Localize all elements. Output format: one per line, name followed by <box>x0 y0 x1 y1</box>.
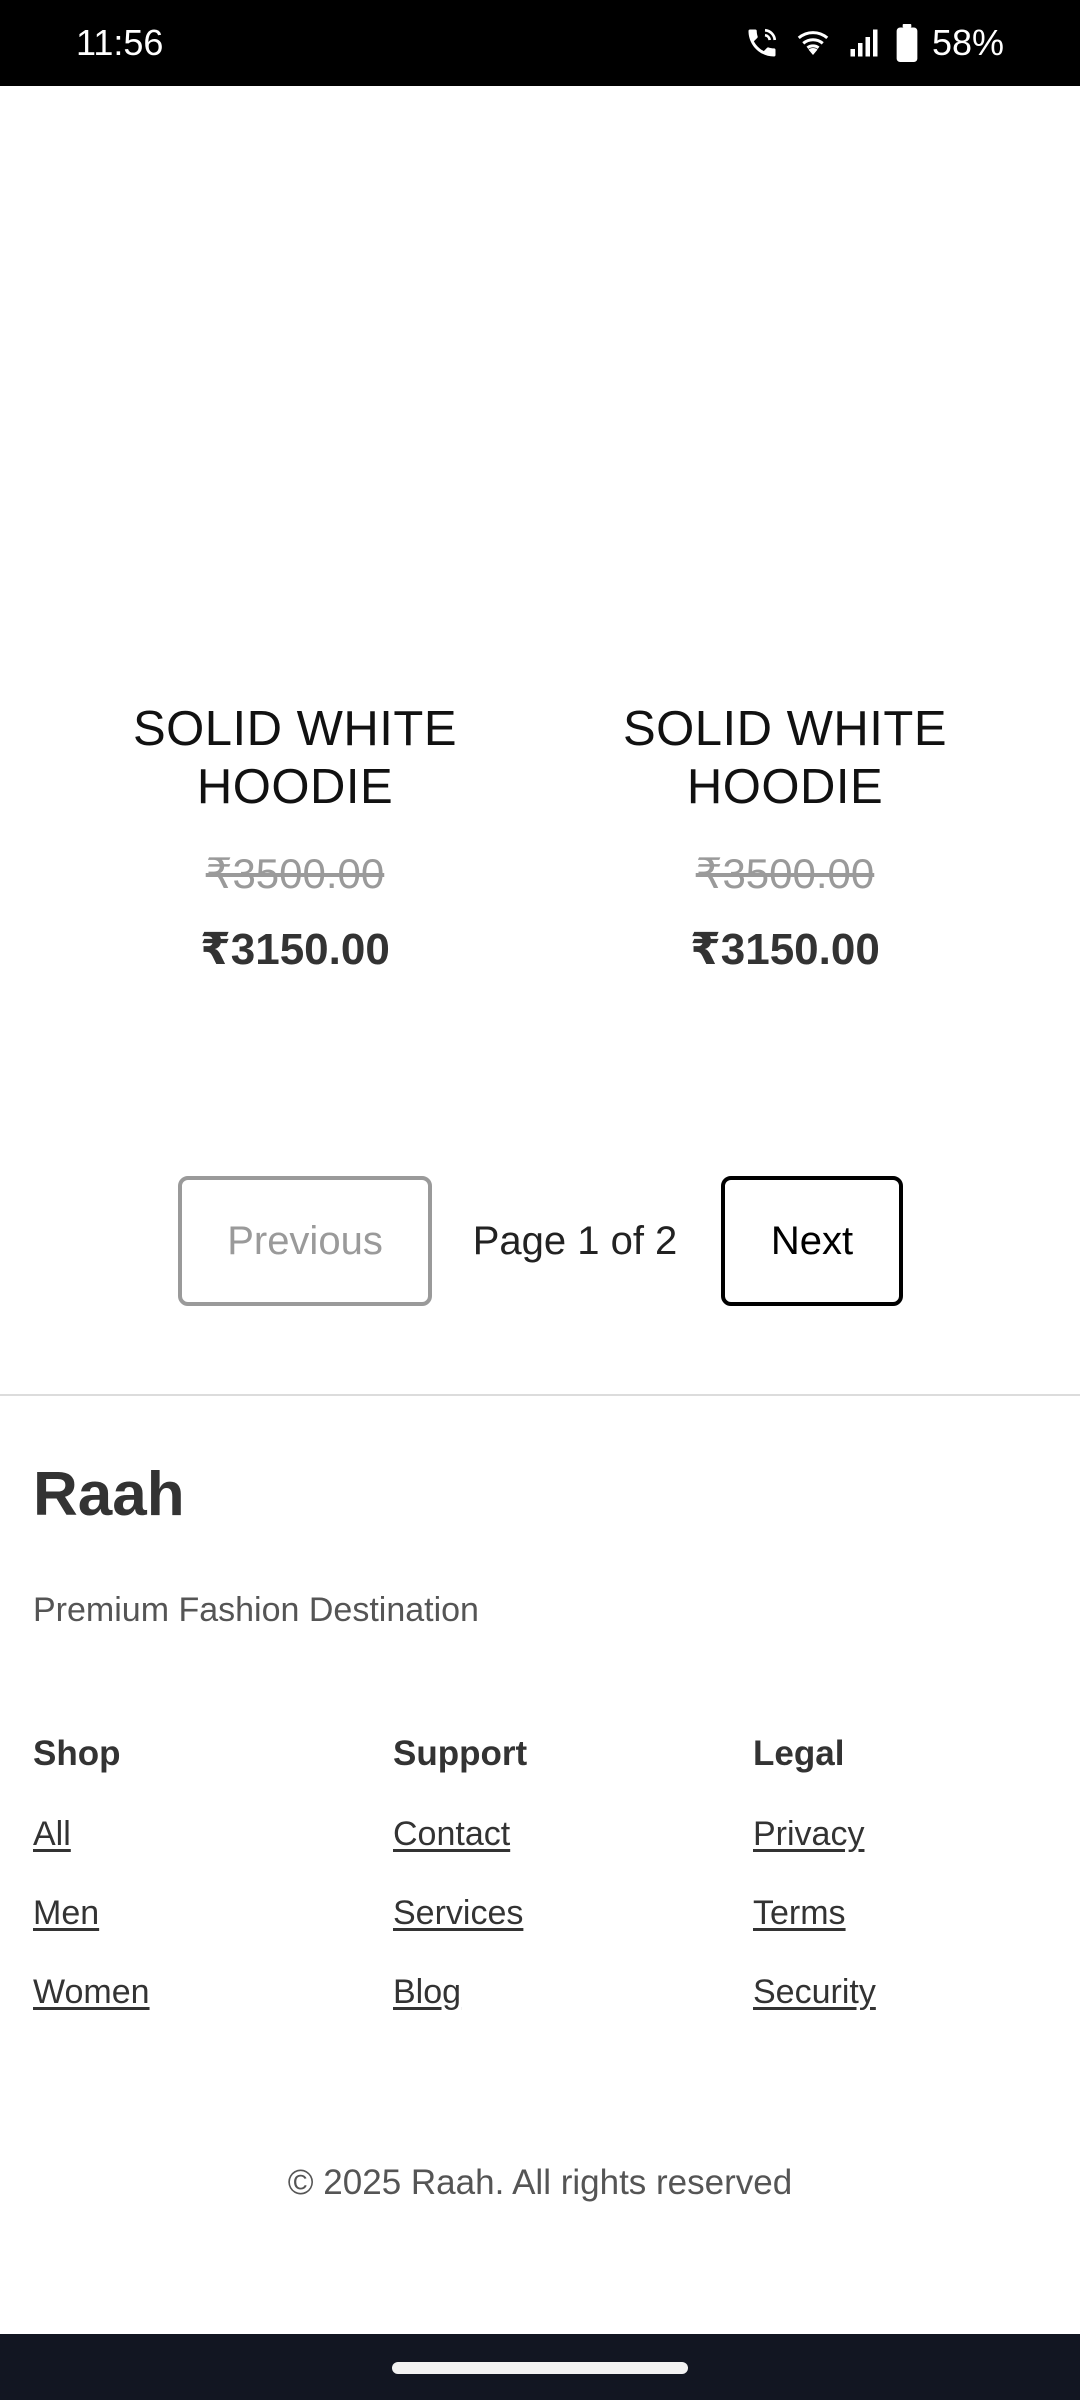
copyright-text: © 2025 Raah. All rights reserved <box>287 2163 793 2202</box>
wifi-icon <box>794 25 832 61</box>
product-name: SOLID WHITE HOODIE <box>622 702 948 814</box>
original-price: ₹3500.00 <box>205 850 385 897</box>
sale-price: ₹3150.00 <box>690 925 880 974</box>
status-time: 11:56 <box>76 22 164 63</box>
system-navigation-bar <box>0 2334 1080 2400</box>
product-card[interactable]: SOLID WHITE HOODIE ₹3500.00 ₹3150.00 <box>540 700 1030 978</box>
footer-column-legal: Legal Privacy Terms Security <box>753 1732 1080 2049</box>
original-price: ₹3500.00 <box>695 850 875 897</box>
footer-link-privacy[interactable]: Privacy <box>753 1812 1080 1856</box>
wifi-call-icon <box>744 25 780 61</box>
page-indicator: Page 1 of 2 <box>472 1218 678 1263</box>
footer-column-title: Shop <box>33 1734 121 1773</box>
footer-column-title: Legal <box>753 1734 845 1773</box>
status-bar: 11:56 58% <box>0 0 1080 86</box>
footer-column-support: Support Contact Services Blog <box>393 1732 723 2049</box>
page: 11:56 58% SOLID WHITE HOODIE ₹3500.00 ₹3… <box>0 0 1080 2400</box>
footer-link-contact[interactable]: Contact <box>393 1812 723 1856</box>
footer-link-services[interactable]: Services <box>393 1891 723 1935</box>
footer-link-men[interactable]: Men <box>33 1891 363 1935</box>
footer-link-blog[interactable]: Blog <box>393 1970 723 2014</box>
footer-column-shop: Shop All Men Women <box>33 1732 363 2049</box>
pagination: Previous Page 1 of 2 Next <box>0 1176 1080 1306</box>
footer-divider <box>0 1394 1080 1396</box>
next-page-button[interactable]: Next <box>721 1176 903 1306</box>
footer-link-security[interactable]: Security <box>753 1970 1080 2014</box>
product-name: SOLID WHITE HOODIE <box>132 702 458 814</box>
footer-brand: Raah <box>33 1460 185 1529</box>
battery-percentage: 58% <box>931 22 1004 63</box>
status-icons: 58% <box>744 18 1004 68</box>
home-gesture-handle[interactable] <box>392 2362 688 2374</box>
footer-tagline: Premium Fashion Destination <box>33 1591 479 1629</box>
battery-icon <box>896 24 918 62</box>
footer-column-title: Support <box>393 1734 528 1773</box>
footer-link-all[interactable]: All <box>33 1812 363 1856</box>
sale-price: ₹3150.00 <box>200 925 390 974</box>
footer-link-terms[interactable]: Terms <box>753 1891 1080 1935</box>
previous-page-button[interactable]: Previous <box>178 1176 432 1306</box>
signal-icon <box>846 25 882 61</box>
product-card[interactable]: SOLID WHITE HOODIE ₹3500.00 ₹3150.00 <box>50 700 540 978</box>
footer-link-women[interactable]: Women <box>33 1970 363 2014</box>
